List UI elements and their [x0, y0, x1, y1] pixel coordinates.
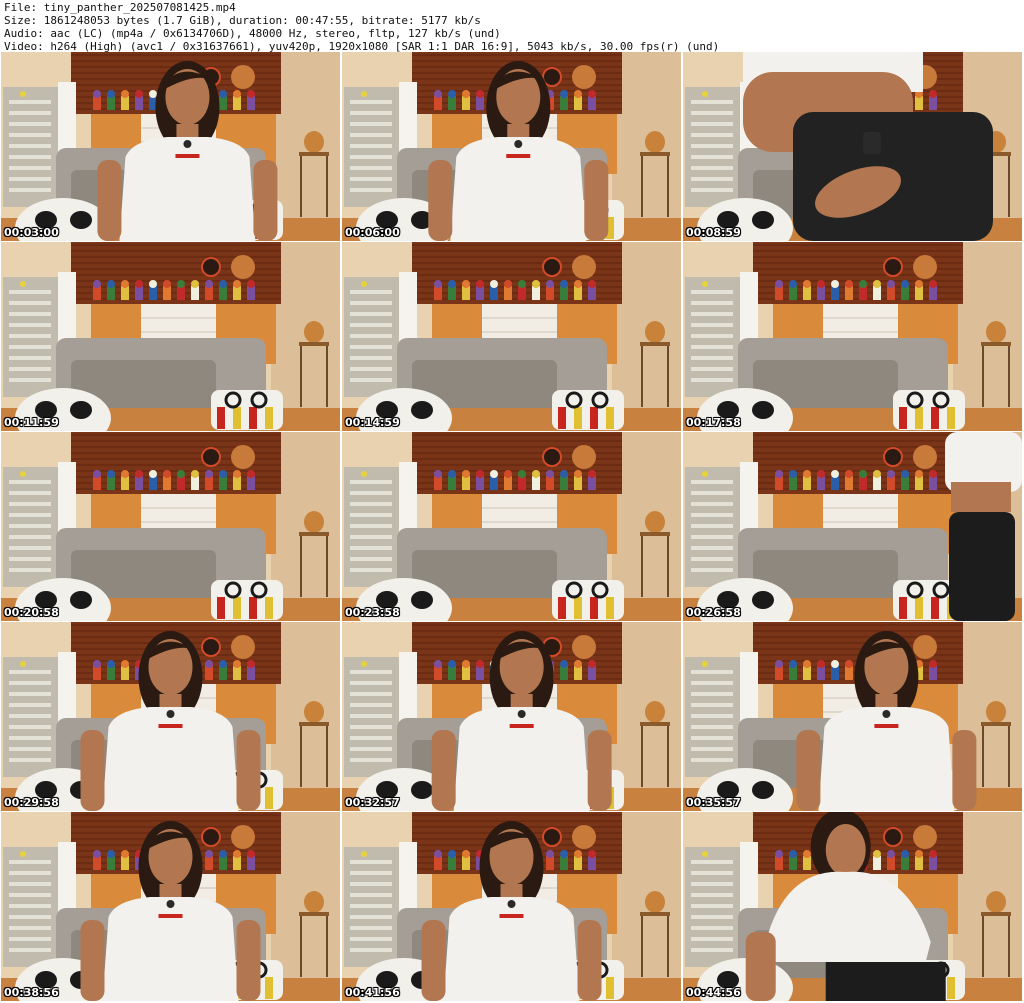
thumbnail-timestamp: 00:23:58: [345, 606, 400, 619]
thumbnail-frame-image: [683, 52, 1022, 241]
video-thumbnail: 00:14:59: [342, 242, 681, 431]
thumbnail-frame-image: [683, 622, 1022, 811]
thumbnail-timestamp: 00:14:59: [345, 416, 400, 429]
video-thumbnail: 00:11:59: [1, 242, 340, 431]
thumbnail-timestamp: 00:26:58: [686, 606, 741, 619]
video-thumbnail: 00:03:00: [1, 52, 340, 241]
file-size-line: Size: 1861248053 bytes (1.7 GiB), durati…: [4, 14, 481, 27]
audio-info-line: Audio: aac (LC) (mp4a / 0x6134706D), 480…: [4, 27, 501, 40]
thumbnail-timestamp: 00:11:59: [4, 416, 59, 429]
file-name: File: tiny_panther_202507081425.mp4: [4, 1, 236, 14]
thumbnail-timestamp: 00:38:56: [4, 986, 59, 999]
thumbnail-frame-image: [1, 622, 340, 811]
thumbnail-frame-image: [1, 242, 340, 431]
video-thumbnail: 00:35:57: [683, 622, 1022, 811]
thumbnail-timestamp: 00:20:58: [4, 606, 59, 619]
thumbnail-frame-image: [342, 622, 681, 811]
video-thumbnail: 00:08:59: [683, 52, 1022, 241]
file-info-header: File: tiny_panther_202507081425.mp4 Size…: [4, 1, 1020, 53]
video-thumbnail: 00:06:00: [342, 52, 681, 241]
thumbnail-frame-image: [342, 432, 681, 621]
thumbnail-frame-image: [683, 432, 1022, 621]
thumbnail-frame-image: [1, 812, 340, 1001]
video-thumbnail: 00:23:58: [342, 432, 681, 621]
video-thumbnail: 00:44:56: [683, 812, 1022, 1001]
video-thumbnail: 00:17:58: [683, 242, 1022, 431]
video-thumbnail: 00:20:58: [1, 432, 340, 621]
thumbnail-timestamp: 00:29:58: [4, 796, 59, 809]
thumbnail-timestamp: 00:06:00: [345, 226, 400, 239]
thumbnail-timestamp: 00:03:00: [4, 226, 59, 239]
thumbnail-frame-image: [683, 242, 1022, 431]
video-thumbnail: 00:29:58: [1, 622, 340, 811]
video-thumbnail: 00:41:56: [342, 812, 681, 1001]
thumbnail-timestamp: 00:41:56: [345, 986, 400, 999]
thumbnail-frame-image: [342, 812, 681, 1001]
thumbnail-timestamp: 00:35:57: [686, 796, 741, 809]
thumbnail-grid: 00:03:00 00:06:00 00:08:59 00:11:59 00:14:59…: [1, 52, 1022, 1001]
thumbnail-frame-image: [342, 52, 681, 241]
thumbnail-frame-image: [1, 52, 340, 241]
thumbnail-timestamp: 00:08:59: [686, 226, 741, 239]
thumbnail-frame-image: [1, 432, 340, 621]
thumbnail-timestamp: 00:17:58: [686, 416, 741, 429]
thumbnail-timestamp: 00:44:56: [686, 986, 741, 999]
video-thumbnail: 00:32:57: [342, 622, 681, 811]
video-thumbnail: 00:38:56: [1, 812, 340, 1001]
thumbnail-timestamp: 00:32:57: [345, 796, 400, 809]
thumbnail-frame-image: [683, 812, 1022, 1001]
video-thumbnail: 00:26:58: [683, 432, 1022, 621]
thumbnail-frame-image: [342, 242, 681, 431]
